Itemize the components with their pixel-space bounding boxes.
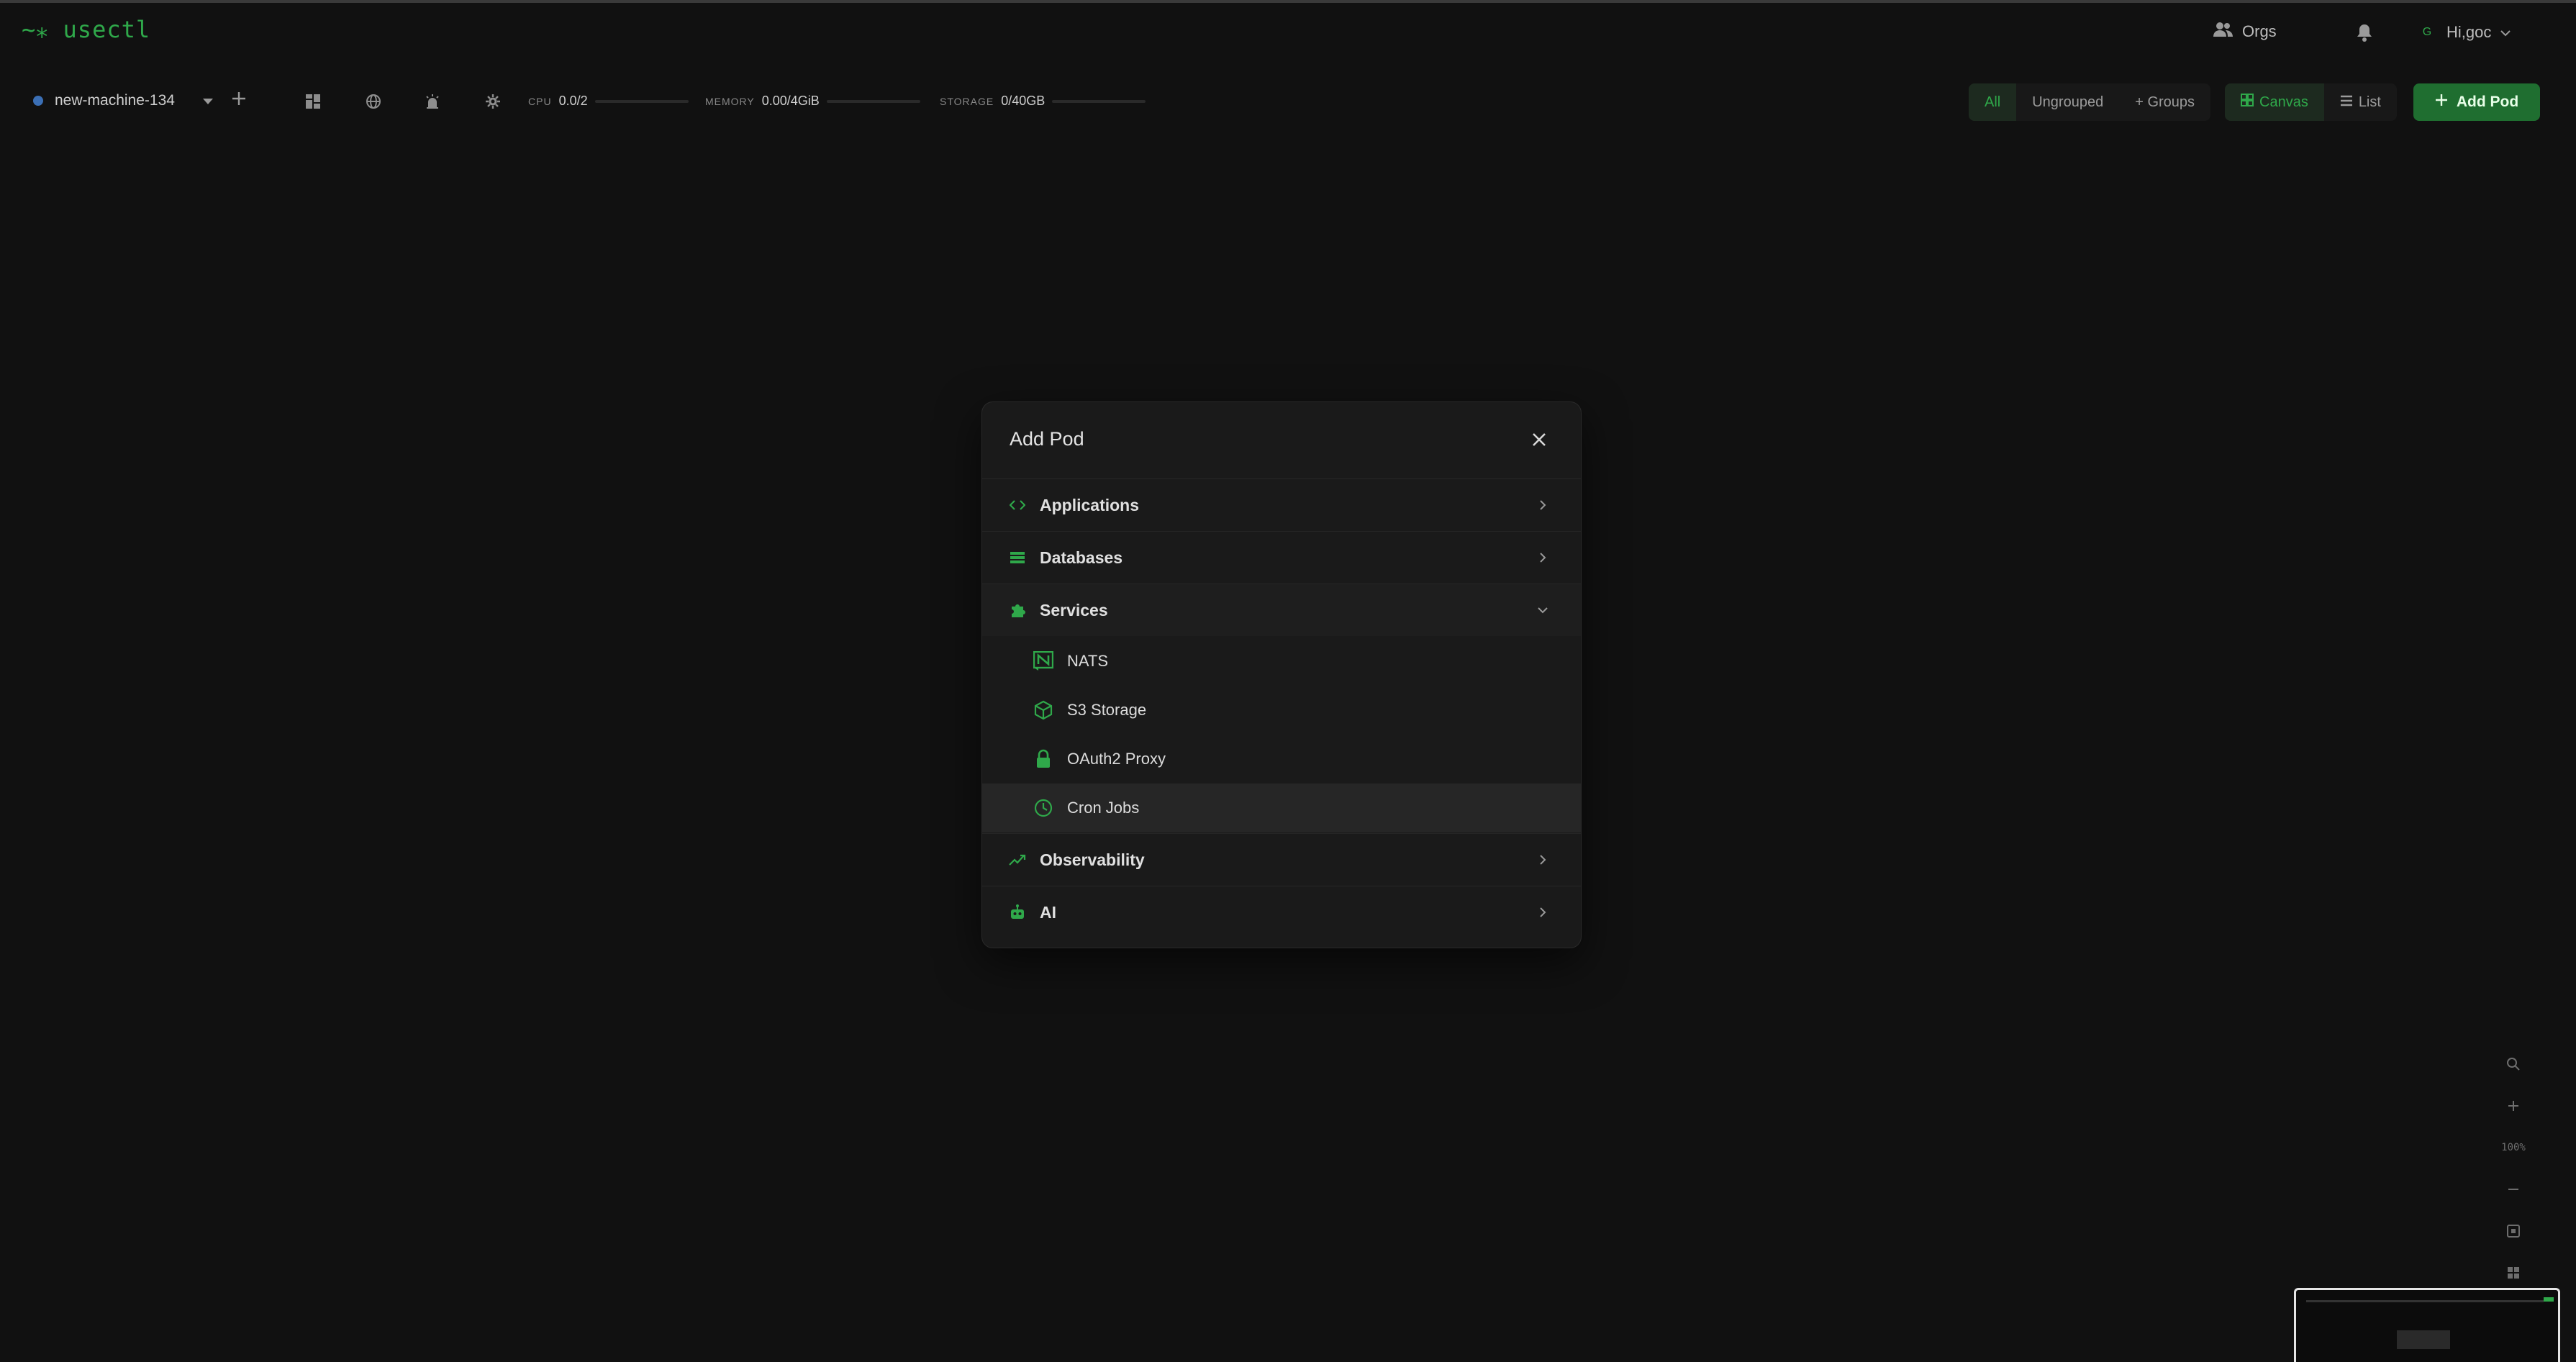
- memory-metric: MEMORY 0.00/4GiB: [705, 94, 920, 109]
- cpu-metric: CPU 0.0/2: [528, 94, 689, 109]
- cpu-bar: [594, 99, 689, 103]
- memory-label: MEMORY: [705, 95, 755, 107]
- orgs-label: Orgs: [2242, 22, 2277, 40]
- trend-icon: [1008, 850, 1027, 869]
- storage-bar: [1052, 99, 1146, 103]
- caret-down-icon[interactable]: [202, 92, 214, 109]
- minimap-toolbar-preview: [2306, 1300, 2544, 1302]
- service-item-label: S3 Storage: [1067, 701, 1147, 719]
- grid-icon: [2241, 94, 2254, 111]
- code-icon: [1008, 496, 1027, 514]
- service-item-s3-storage[interactable]: S3 Storage: [982, 686, 1581, 735]
- add-machine-icon[interactable]: [231, 91, 247, 111]
- machine-name: new-machine-134: [55, 92, 175, 109]
- view-segment: Canvas List: [2225, 83, 2397, 121]
- category-ai[interactable]: AI: [982, 886, 1581, 938]
- category-applications[interactable]: Applications: [982, 478, 1581, 531]
- users-icon: [2213, 22, 2233, 42]
- dashboard-icon[interactable]: [301, 89, 325, 114]
- service-item-label: Cron Jobs: [1067, 799, 1140, 817]
- category-label: Observability: [1040, 850, 1145, 869]
- filter-ungrouped[interactable]: Ungrouped: [2016, 83, 2119, 121]
- robot-icon: [1008, 903, 1027, 922]
- filter-all[interactable]: All: [1969, 83, 2017, 121]
- minimap[interactable]: [2294, 1288, 2560, 1362]
- category-databases[interactable]: Databases: [982, 531, 1581, 584]
- minimap-modal-preview: [2397, 1330, 2450, 1349]
- minimap-button-preview: [2544, 1297, 2554, 1302]
- database-icon: [1008, 548, 1027, 567]
- storage-value: 0/40GB: [1001, 94, 1046, 108]
- chevron-down-icon: [2500, 23, 2511, 42]
- view-list[interactable]: List: [2324, 83, 2397, 121]
- service-item-cron-jobs[interactable]: Cron Jobs: [982, 784, 1581, 832]
- chevron-right-icon: [1535, 550, 1551, 566]
- fit-view-icon[interactable]: [2497, 1210, 2530, 1252]
- app-logo[interactable]: ~⁎ usectl: [22, 16, 150, 43]
- cpu-value: 0.0/2: [558, 94, 588, 108]
- zoom-search-icon[interactable]: [2497, 1043, 2530, 1085]
- filter-segment: All Ungrouped + Groups: [1969, 83, 2211, 121]
- service-item-nats[interactable]: NATS: [982, 637, 1581, 686]
- window-top-border: [0, 0, 2576, 3]
- category-label: Applications: [1040, 495, 1140, 514]
- storage-label: STORAGE: [940, 95, 994, 107]
- add-pod-button-label: Add Pod: [2456, 94, 2519, 110]
- modal-title: Add Pod: [1010, 428, 1084, 450]
- user-menu[interactable]: G Hi,goc: [2416, 22, 2511, 43]
- storage-metric: STORAGE 0/40GB: [940, 94, 1146, 109]
- service-item-label: OAuth2 Proxy: [1067, 750, 1166, 768]
- memory-bar: [826, 99, 920, 103]
- gear-icon[interactable]: [481, 89, 505, 114]
- category-observability[interactable]: Observability: [982, 833, 1581, 886]
- view-list-label: List: [2358, 94, 2381, 110]
- avatar: G: [2422, 26, 2432, 38]
- chevron-right-icon: [1535, 852, 1551, 868]
- chevron-right-icon: [1535, 497, 1551, 513]
- service-item-oauth2-proxy[interactable]: OAuth2 Proxy: [982, 735, 1581, 784]
- box-icon: [1033, 699, 1054, 721]
- zoom-level: 100%: [2501, 1142, 2526, 1153]
- machine-selector[interactable]: new-machine-134: [33, 91, 247, 111]
- zoom-in-icon[interactable]: [2497, 1085, 2530, 1127]
- zoom-out-icon[interactable]: [2497, 1168, 2530, 1210]
- add-pod-button[interactable]: Add Pod: [2413, 83, 2540, 121]
- category-label: AI: [1040, 902, 1056, 922]
- chevron-down-icon: [1535, 602, 1551, 618]
- category-label: Services: [1040, 600, 1108, 619]
- filter-groups[interactable]: + Groups: [2119, 83, 2210, 121]
- cpu-label: CPU: [528, 95, 552, 107]
- service-item-label: NATS: [1067, 652, 1109, 670]
- user-greeting: Hi,goc: [2446, 23, 2492, 41]
- category-label: Databases: [1040, 548, 1123, 567]
- memory-value: 0.00/4GiB: [761, 94, 820, 108]
- category-services[interactable]: Services: [982, 584, 1581, 636]
- view-canvas-label: Canvas: [2259, 94, 2308, 110]
- alarm-icon[interactable]: [420, 89, 445, 114]
- globe-icon[interactable]: [361, 89, 386, 114]
- plus-icon: [2435, 94, 2448, 111]
- bell-icon[interactable]: [2356, 23, 2373, 45]
- nats-icon: [1033, 650, 1054, 672]
- lock-icon: [1033, 748, 1054, 770]
- add-pod-modal: Add Pod Applications Databases Services: [981, 401, 1582, 948]
- close-icon[interactable]: [1528, 428, 1551, 451]
- view-canvas[interactable]: Canvas: [2225, 83, 2324, 121]
- zoom-controls: 100%: [2497, 1043, 2530, 1294]
- list-icon: [2340, 94, 2353, 111]
- clock-icon: [1033, 797, 1054, 819]
- puzzle-icon: [1008, 601, 1027, 619]
- orgs-button[interactable]: Orgs: [2213, 22, 2277, 42]
- machine-status-dot: [33, 96, 43, 106]
- chevron-right-icon: [1535, 904, 1551, 920]
